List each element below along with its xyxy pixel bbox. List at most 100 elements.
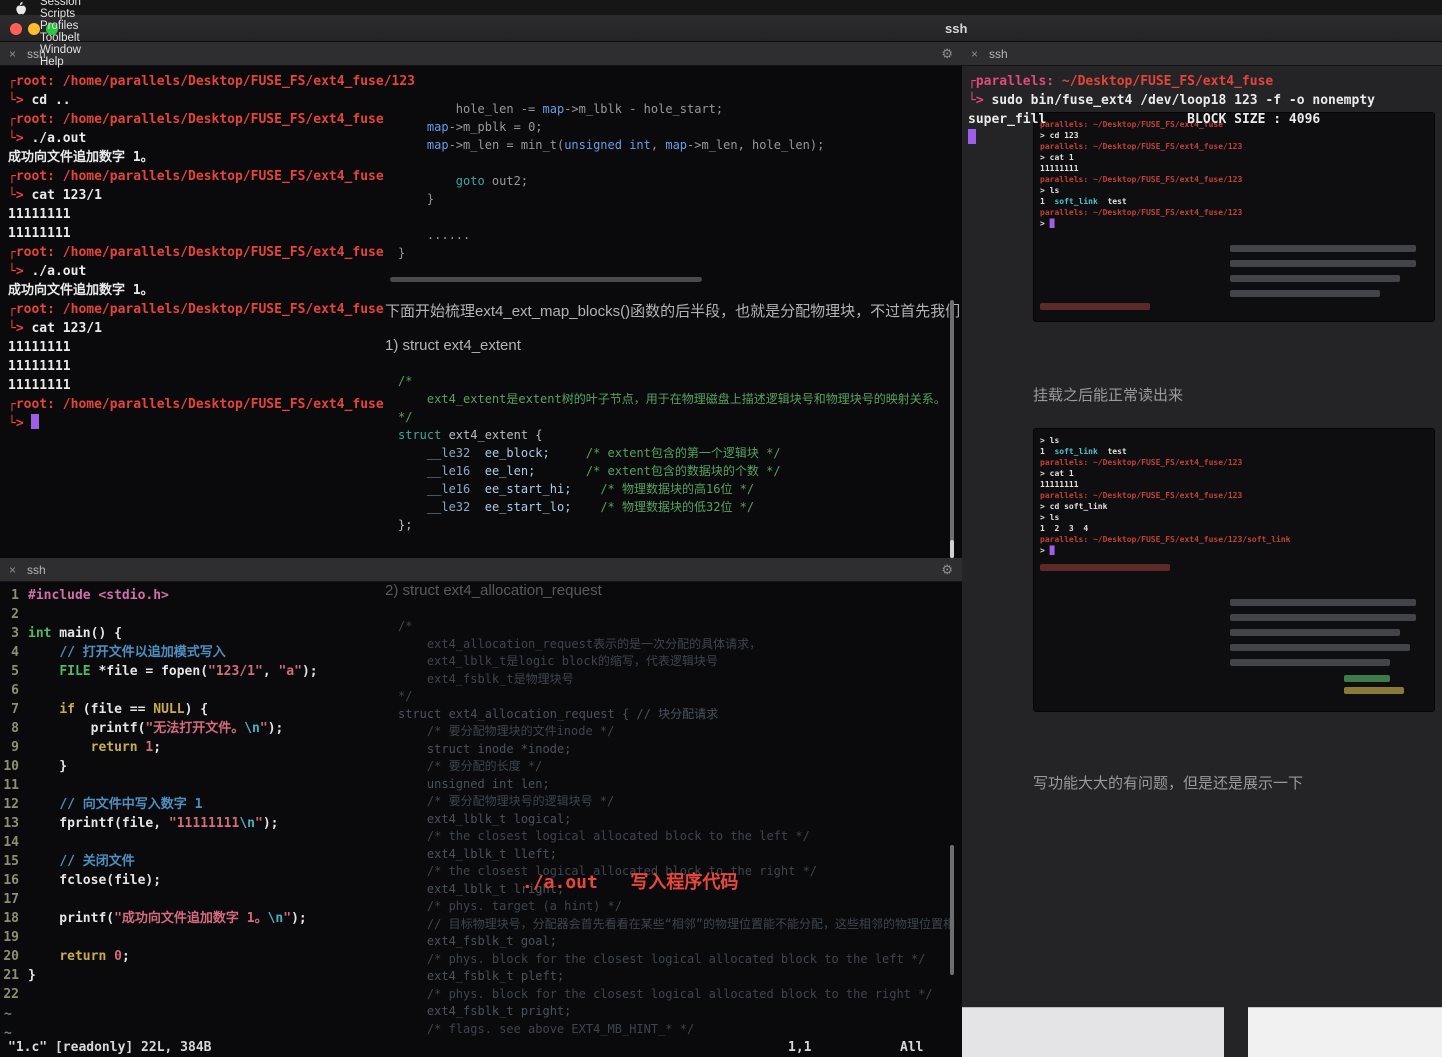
screenshot-line: > cat 1 <box>1040 153 1074 162</box>
screenshot-line: 1 soft_link test <box>1040 197 1127 206</box>
vim-code-line: 13 fprintf(file, "11111111 \n "); <box>0 814 962 833</box>
terminal-line: 成功向文件追加数字 1。 <box>8 283 154 298</box>
left-top-tabbar: × ssh ⚙ <box>0 42 962 66</box>
vim-code-line: 19 <box>0 928 962 947</box>
right-tabbar: × ssh <box>962 42 1442 66</box>
terminal-line: └> cat 123/1 <box>8 321 102 336</box>
screenshot-line: parallels: ~/Desktop/FUSE_FS/ext4_fuse/1… <box>1040 535 1291 544</box>
menu-item-session[interactable]: Session <box>30 0 91 8</box>
vim-code-line: 5 FILE *file = fopen("123/1", "a"); <box>0 662 962 681</box>
terminal-line: └> cd .. <box>8 93 71 108</box>
terminal-cursor <box>968 129 976 144</box>
unreadable-text-bar-yellow <box>1344 687 1404 694</box>
vim-editor[interactable]: 1 #include <stdio.h> 2 3 int main() {4 // 打开… <box>0 582 962 1057</box>
vim-cursor-position: 1,1 <box>788 1040 812 1055</box>
menu-item-scripts[interactable]: Scripts <box>30 8 91 20</box>
tab-label-ssh[interactable]: ssh <box>989 47 1008 61</box>
vim-line-number: 12 <box>3 797 19 812</box>
terminal-line: 11111111 <box>8 226 71 241</box>
vim-code-line: 3 int main() { <box>0 624 962 643</box>
tab-settings-icon[interactable]: ⚙ <box>941 46 953 62</box>
unreadable-text-bar <box>1230 245 1416 252</box>
vim-line-number: 19 <box>3 930 19 945</box>
unreadable-text-bar <box>1230 644 1410 651</box>
vim-code-line: 12 // 向文件中写入数字 1 <box>0 795 962 814</box>
vim-line-number: 8 <box>11 721 19 736</box>
terminal-line: ┌root: /home/parallels/Desktop/FUSE_FS/e… <box>8 112 384 127</box>
vim-code-line: 9 return 1; <box>0 738 962 757</box>
tab-settings-icon[interactable]: ⚙ <box>941 562 953 578</box>
tab-close-icon[interactable]: × <box>971 47 978 61</box>
caption-write-issue: 写功能大大的有问题，但是还是展示一下 <box>1033 775 1304 792</box>
left-terminal-window: hole_len -= map->m_lblk - hole_start; ma… <box>0 42 962 1057</box>
vim-line-number: 15 <box>3 854 19 869</box>
menu-item-window[interactable]: Window <box>30 44 91 56</box>
vim-line-number: 3 <box>11 626 19 641</box>
vim-code-line: 17 <box>0 890 962 909</box>
vim-line-number: 6 <box>11 683 19 698</box>
vim-line-number: 5 <box>11 664 19 679</box>
screenshot-line: > █ <box>1040 546 1055 555</box>
vim-line-number: 21 <box>3 968 19 983</box>
screenshot-line: 1 2 3 4 <box>1040 524 1089 533</box>
screenshot-line: 11111111 <box>1040 480 1079 489</box>
apple-menu-icon[interactable] <box>14 1 26 15</box>
screenshot-line: parallels: ~/Desktop/FUSE_FS/ext4_fuse/1… <box>1040 208 1243 217</box>
unreadable-text-bar <box>1230 260 1416 267</box>
window-titlebar[interactable]: ssh <box>0 15 1442 42</box>
vim-line-number: 10 <box>3 759 19 774</box>
menu-item-help[interactable]: Help <box>30 56 91 68</box>
menu-item-profiles[interactable]: Profiles <box>30 20 91 32</box>
tab-label-ssh[interactable]: ssh <box>27 563 46 577</box>
screenshot-line: > cat 1 <box>1040 469 1074 478</box>
terminal-line: └> cat 123/1 <box>8 188 102 203</box>
close-button[interactable] <box>10 23 22 35</box>
terminal-line: └> <box>8 414 962 433</box>
screenshot-line: > ls <box>1040 513 1060 522</box>
vim-line-number: 13 <box>3 816 19 831</box>
ssh-terminal-output[interactable]: ┌parallels: ~/Desktop/FUSE_FS/ext4_fuse └… <box>962 66 1442 148</box>
vim-line-number: 17 <box>3 892 19 907</box>
terminal-line: └> ./a.out <box>8 264 87 279</box>
terminal-line: ┌root: /home/parallels/Desktop/FUSE_FS/e… <box>8 397 384 412</box>
vim-code-line: 18 printf("成功向文件追加数字 1。 \n "); <box>0 909 962 928</box>
vim-code-line: 10 } <box>0 757 962 776</box>
background-window-panel-right <box>1248 1007 1442 1057</box>
right-terminal-window: × ssh ┌parallels: ~/Desktop/FUSE_FS/ext4… <box>962 42 1442 1057</box>
vim-scroll-indicator: All <box>900 1040 924 1055</box>
unreadable-text-bar-green <box>1344 675 1390 682</box>
terminal-cursor <box>31 414 40 429</box>
vim-line-number: 16 <box>3 873 19 888</box>
vim-code-line: 7 if (file == NULL) { <box>0 700 962 719</box>
embedded-screenshot-2: > ls 1 soft_link test parallels: ~/Desktop… <box>1033 428 1435 712</box>
vim-code-line: 2 <box>0 605 962 624</box>
terminal-line: 11111111 <box>8 207 71 222</box>
vim-file-info: "1.c" [readonly] 22L, 384B <box>8 1040 212 1055</box>
menu-bar: iTerm2ShellEditViewSessionScriptsProfile… <box>0 0 1442 68</box>
window-title: ssh <box>945 21 968 36</box>
unreadable-text-bar <box>1230 614 1416 621</box>
terminal-line: ┌root: /home/parallels/Desktop/FUSE_FS/e… <box>8 169 384 184</box>
menu-item-toolbelt[interactable]: Toolbelt <box>30 32 91 44</box>
ssh-terminal-output[interactable]: ┌root: /home/parallels/Desktop/FUSE_FS/e… <box>0 66 962 558</box>
terminal-line: super_fill BLOCK SIZE : 4096 <box>968 112 1321 127</box>
terminal-line: ┌parallels: ~/Desktop/FUSE_FS/ext4_fuse <box>968 74 1274 89</box>
menu-items: iTerm2ShellEditViewSessionScriptsProfile… <box>30 0 91 68</box>
screenshot-line: > ls <box>1040 186 1060 195</box>
unreadable-text-bar <box>1230 290 1380 297</box>
vim-tilde: ~ <box>4 1007 12 1022</box>
vim-line-number: 2 <box>11 607 19 622</box>
screenshot-line: > █ <box>1040 219 1055 228</box>
vim-line-number: 20 <box>3 949 19 964</box>
tab-close-icon[interactable]: × <box>9 47 16 61</box>
vim-code-line: 1 #include <stdio.h> <box>0 586 962 605</box>
caption-read-ok: 挂载之后能正常读出来 <box>1033 387 1184 404</box>
tab-close-icon[interactable]: × <box>9 563 16 577</box>
terminal-line: └> sudo bin/fuse_ext4 /dev/loop18 123 -f… <box>968 93 1375 108</box>
unreadable-text-bar <box>1230 629 1400 636</box>
vim-code-line: 8 printf("无法打开文件。 \n "); <box>0 719 962 738</box>
terminal-line: ┌root: /home/parallels/Desktop/FUSE_FS/e… <box>8 302 384 317</box>
screenshot-line: > cd soft_link <box>1040 502 1108 511</box>
vim-line-number: 11 <box>3 778 19 793</box>
screenshot-line: > ls <box>1040 436 1060 445</box>
